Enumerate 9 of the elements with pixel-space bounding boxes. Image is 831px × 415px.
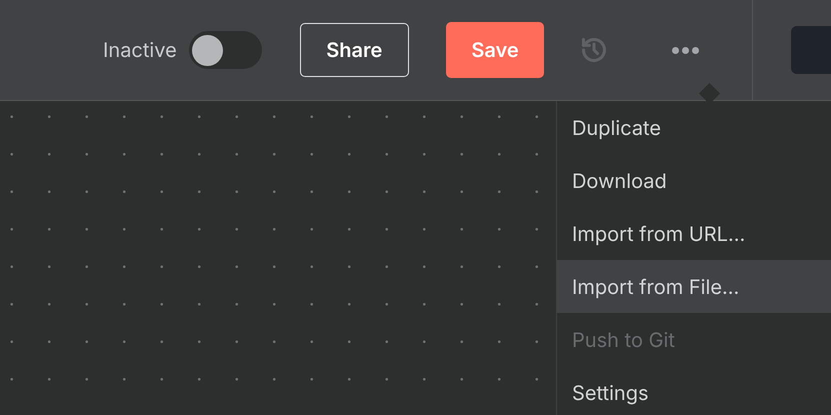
menu-item[interactable]: Duplicate — [557, 101, 831, 154]
menu-item[interactable]: Import from URL... — [557, 207, 831, 260]
more-options-icon[interactable] — [672, 46, 700, 54]
share-button[interactable]: Share — [300, 23, 409, 77]
toggle-label: Inactive — [103, 37, 177, 64]
menu-item[interactable]: Settings — [557, 366, 831, 415]
menu-item[interactable]: Download — [557, 154, 831, 207]
active-toggle[interactable] — [188, 31, 262, 69]
menu-item[interactable]: Import from File... — [557, 260, 831, 313]
